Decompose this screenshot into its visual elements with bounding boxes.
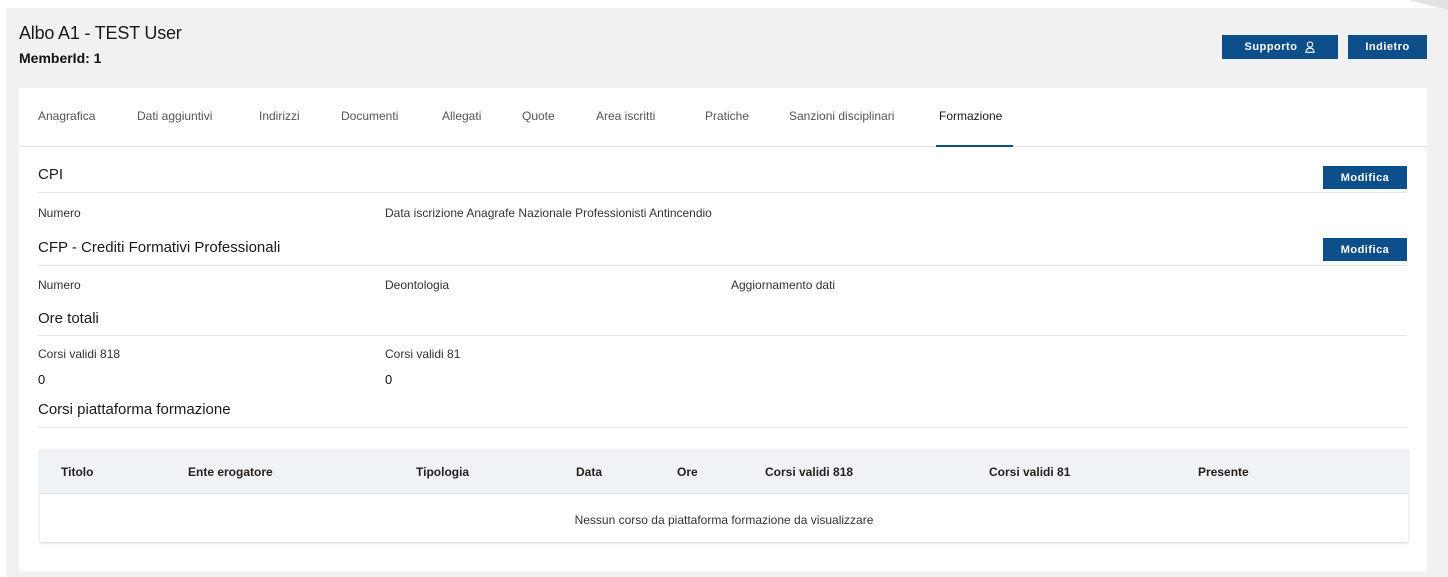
tab-formazione[interactable]: Formazione xyxy=(939,109,1002,123)
active-tab-indicator xyxy=(936,145,1013,147)
corsi-81-label: Corsi validi 81 xyxy=(385,347,461,361)
indietro-button[interactable]: Indietro xyxy=(1348,35,1427,59)
corsi-818-label: Corsi validi 818 xyxy=(38,347,121,361)
column-header-presente[interactable]: Presente xyxy=(1198,465,1249,479)
column-header-titolo[interactable]: Titolo xyxy=(61,465,93,479)
supporto-label: Supporto xyxy=(1244,41,1298,53)
column-header-tipologia[interactable]: Tipologia xyxy=(416,465,469,479)
corner-decoration xyxy=(1408,0,1448,10)
corsi-81-value: 0 xyxy=(385,372,393,387)
main-card: Anagrafica Dati aggiuntivi Indirizzi Doc… xyxy=(19,88,1427,571)
member-id: MemberId: 1 xyxy=(19,50,102,66)
table-empty-message: Nessun corso da piattaforma formazione d… xyxy=(574,513,874,527)
cpi-numero-label: Numero xyxy=(38,206,81,220)
tab-indirizzi[interactable]: Indirizzi xyxy=(259,109,300,123)
cpi-modifica-button[interactable]: Modifica xyxy=(1323,166,1407,189)
tab-dati-aggiuntivi[interactable]: Dati aggiuntivi xyxy=(137,109,212,123)
tab-pratiche[interactable]: Pratiche xyxy=(705,109,749,123)
tab-anagrafica[interactable]: Anagrafica xyxy=(38,109,95,123)
divider xyxy=(38,192,1407,193)
tab-quote[interactable]: Quote xyxy=(522,109,555,123)
tab-documenti[interactable]: Documenti xyxy=(341,109,398,123)
corsi-table: Titolo Ente erogatore Tipologia Data Ore… xyxy=(40,449,1408,542)
column-header-corsi-validi-81[interactable]: Corsi validi 81 xyxy=(989,465,1070,479)
tab-allegati[interactable]: Allegati xyxy=(442,109,481,123)
table-header: Titolo Ente erogatore Tipologia Data Ore… xyxy=(40,449,1408,494)
cfp-modifica-button[interactable]: Modifica xyxy=(1323,238,1407,261)
cfp-numero-label: Numero xyxy=(38,278,81,292)
column-header-corsi-validi-818[interactable]: Corsi validi 818 xyxy=(765,465,853,479)
cfp-deontologia-label: Deontologia xyxy=(385,278,450,292)
divider xyxy=(38,265,1407,266)
tab-sanzioni-disciplinari[interactable]: Sanzioni disciplinari xyxy=(789,109,894,123)
user-icon xyxy=(1305,41,1315,53)
cfp-aggiornamento-label: Aggiornamento dati xyxy=(731,278,836,292)
corsi-818-value: 0 xyxy=(38,372,46,387)
column-header-data[interactable]: Data xyxy=(576,465,602,479)
cpi-title: CPI xyxy=(38,166,64,183)
tab-area-iscritti[interactable]: Area iscritti xyxy=(596,109,655,123)
cfp-title: CFP - Crediti Formativi Professionali xyxy=(38,239,281,256)
page-title: Albo A1 - TEST User xyxy=(19,23,182,43)
cpi-data-iscrizione-label: Data iscrizione Anagrafe Nazionale Profe… xyxy=(385,206,712,220)
divider xyxy=(38,427,1407,428)
supporto-button[interactable]: Supporto xyxy=(1222,35,1338,59)
column-header-ente-erogatore[interactable]: Ente erogatore xyxy=(188,465,273,479)
tab-bar: Anagrafica Dati aggiuntivi Indirizzi Doc… xyxy=(19,88,1427,147)
column-header-ore[interactable]: Ore xyxy=(677,465,698,479)
divider xyxy=(38,335,1407,336)
corsi-piattaforma-title: Corsi piattaforma formazione xyxy=(38,401,231,418)
ore-totali-title: Ore totali xyxy=(38,310,99,327)
